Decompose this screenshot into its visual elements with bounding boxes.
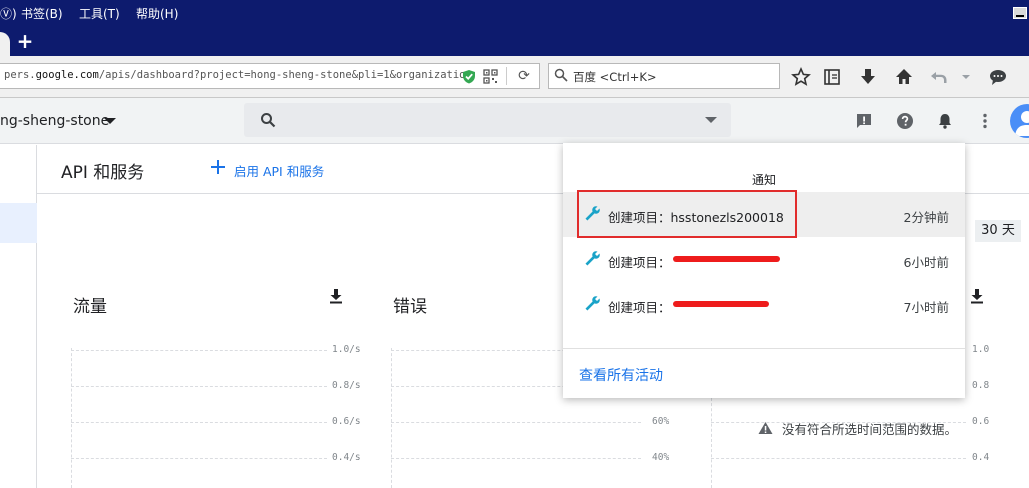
help-icon[interactable] <box>896 112 914 130</box>
errors-chart-axis <box>391 348 392 488</box>
time-range-30-days[interactable]: 30 天 <box>975 220 1021 242</box>
traffic-tick-label: 0.8/s <box>332 380 361 391</box>
traffic-chart-axis <box>71 348 72 488</box>
left-nav-strip <box>0 145 37 488</box>
shield-check-icon[interactable] <box>462 69 476 84</box>
warning-icon <box>758 422 773 434</box>
menu-item-help[interactable]: 帮助(H) <box>136 5 178 22</box>
notifications-divider <box>563 348 965 349</box>
latency-tick-label: 0.4 <box>972 452 990 463</box>
latency-tick-label: 0.6 <box>972 416 990 427</box>
redaction-mark <box>673 256 780 262</box>
console-header: ng-sheng-stone <box>0 98 1029 144</box>
wrench-icon <box>585 251 600 266</box>
traffic-tick-label: 0.4/s <box>332 452 361 463</box>
user-icon <box>1015 111 1029 136</box>
latency-chart-axis <box>711 398 712 488</box>
latency-tick-label: 1.0 <box>972 344 990 355</box>
feedback-alert-icon[interactable] <box>855 112 873 130</box>
download-arrow-icon[interactable] <box>858 67 878 87</box>
browser-menubar: Ⓥ) 书签(B) 工具(T) 帮助(H) <box>0 0 1029 26</box>
download-icon[interactable] <box>329 288 343 304</box>
notification-item[interactable]: 创建项目： 7小时前 <box>563 282 965 327</box>
traffic-tick-label: 0.6/s <box>332 416 361 427</box>
browser-navbar: pers.google.com/apis/dashboard?project=h… <box>0 56 1029 98</box>
search-dropdown-caret-icon[interactable] <box>705 117 717 123</box>
latency-tick-label: 0.8 <box>972 380 990 391</box>
chevron-down-icon[interactable] <box>960 67 972 87</box>
errors-card-title: 错误 <box>393 297 427 317</box>
download-icon[interactable] <box>970 288 984 304</box>
traffic-grid-line <box>71 386 327 387</box>
redaction-mark <box>673 301 769 307</box>
notification-time: 7小时前 <box>903 300 949 315</box>
errors-tick-label: 60% <box>652 416 670 427</box>
left-nav-active-item[interactable] <box>0 203 37 243</box>
bookmark-star-icon[interactable] <box>791 67 811 87</box>
traffic-grid-line <box>71 350 327 351</box>
console-search-bar[interactable] <box>244 103 731 137</box>
notification-time: 6小时前 <box>903 255 949 270</box>
caret-down-icon[interactable] <box>104 118 116 124</box>
qr-code-icon[interactable] <box>483 69 498 84</box>
notification-time: 2分钟前 <box>903 210 949 225</box>
address-bar-text: pers.google.com/apis/dashboard?project=h… <box>4 69 466 81</box>
browser-search-placeholder: 百度 <Ctrl+K> <box>573 70 657 84</box>
no-data-text: 没有符合所选时间范围的数据。 <box>782 422 958 437</box>
reload-icon[interactable]: ⟳ <box>516 68 532 84</box>
minimize-button[interactable] <box>1013 7 1027 19</box>
menu-item-bookmarks[interactable]: 书签(B) <box>21 5 63 22</box>
address-bar[interactable]: pers.google.com/apis/dashboard?project=h… <box>0 63 540 89</box>
notifications-title: 通知 <box>751 173 776 187</box>
address-bar-divider <box>506 67 507 85</box>
errors-tick-label: 40% <box>652 452 670 463</box>
notifications-bell-icon[interactable] <box>936 112 954 130</box>
search-icon <box>554 68 568 82</box>
new-tab-button[interactable]: + <box>14 30 36 52</box>
home-icon[interactable] <box>894 67 914 87</box>
account-avatar[interactable] <box>1010 104 1029 138</box>
errors-grid-line <box>391 422 641 423</box>
errors-grid-line <box>391 458 641 459</box>
chat-bubble-icon[interactable] <box>988 67 1008 87</box>
reading-list-icon[interactable] <box>822 67 842 87</box>
traffic-grid-line <box>71 458 327 459</box>
more-vert-icon[interactable] <box>976 112 994 130</box>
wrench-icon <box>585 296 600 311</box>
enable-api-label: 启用 API 和服务 <box>234 164 325 179</box>
browser-tabbar: + <box>0 26 1029 56</box>
annotation-highlight-box <box>577 190 797 238</box>
menu-item-view[interactable]: Ⓥ) <box>0 5 17 22</box>
search-icon <box>261 113 276 128</box>
active-tab-edge[interactable] <box>0 32 10 56</box>
notification-label: 创建项目： <box>608 300 671 315</box>
traffic-grid-line <box>71 422 327 423</box>
project-selector[interactable]: ng-sheng-stone <box>0 113 109 129</box>
browser-search-box[interactable]: 百度 <Ctrl+K> <box>548 63 780 89</box>
page-title: API 和服务 <box>61 163 145 183</box>
notification-item[interactable]: 创建项目： 6小时前 <box>563 237 965 282</box>
traffic-card-title: 流量 <box>73 297 107 317</box>
undo-icon[interactable] <box>929 67 949 87</box>
traffic-tick-label: 1.0/s <box>332 344 361 355</box>
plus-icon <box>211 160 225 174</box>
view-all-activity-link[interactable]: 查看所有活动 <box>579 365 663 385</box>
latency-grid-line <box>711 458 966 459</box>
menu-item-tools[interactable]: 工具(T) <box>79 5 120 22</box>
notifications-panel: 通知 创建项目：hsstonezls200018 2分钟前 创建项目： 6小时前… <box>563 143 965 398</box>
notification-label: 创建项目： <box>608 255 671 270</box>
